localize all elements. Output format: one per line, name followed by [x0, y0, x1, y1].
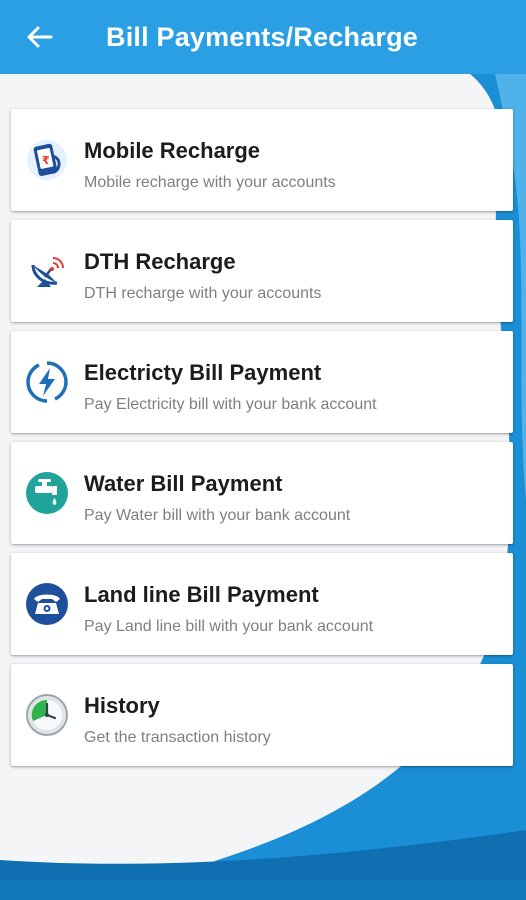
mobile-recharge-title: Mobile Recharge — [84, 138, 261, 163]
electricity-bill-subtitle: Pay Electricity bill with your bank acco… — [84, 396, 377, 413]
water-bill-subtitle: Pay Water bill with your bank account — [84, 507, 351, 524]
history-clock-icon — [25, 693, 69, 737]
water-bill-item[interactable]: Water Bill Payment Pay Water bill with y… — [11, 442, 513, 544]
bottom-bar — [0, 880, 526, 900]
water-tap-icon — [25, 471, 69, 515]
history-subtitle: Get the transaction history — [84, 729, 271, 746]
mobile-recharge-icon: ₹ — [25, 138, 69, 182]
dth-recharge-item[interactable]: DTH Recharge DTH recharge with your acco… — [11, 220, 513, 322]
landline-bill-subtitle: Pay Land line bill with your bank accoun… — [84, 618, 374, 635]
app-bar: Bill Payments/Recharge — [0, 0, 526, 74]
dth-recharge-subtitle: DTH recharge with your accounts — [84, 285, 322, 302]
history-title: History — [84, 693, 160, 718]
svg-text:₹: ₹ — [42, 154, 50, 167]
page-title: Bill Payments/Recharge — [106, 21, 419, 52]
electricity-bill-title: Electricty Bill Payment — [84, 360, 322, 385]
dth-recharge-title: DTH Recharge — [84, 249, 236, 274]
history-item[interactable]: History Get the transaction history — [11, 664, 513, 766]
telephone-icon — [25, 582, 69, 626]
landline-bill-title: Land line Bill Payment — [84, 582, 319, 607]
water-bill-title: Water Bill Payment — [84, 471, 283, 496]
electricity-bolt-icon — [25, 360, 69, 404]
back-button[interactable] — [0, 0, 80, 74]
electricity-bill-item[interactable]: Electricty Bill Payment Pay Electricity … — [11, 331, 513, 433]
dth-dish-icon — [25, 249, 69, 293]
mobile-recharge-subtitle: Mobile recharge with your accounts — [84, 174, 336, 191]
arrow-back-icon — [27, 26, 53, 48]
mobile-recharge-item[interactable]: ₹ Mobile Recharge Mobile recharge with y… — [11, 109, 513, 211]
landline-bill-item[interactable]: Land line Bill Payment Pay Land line bil… — [11, 553, 513, 655]
bill-payment-list: ₹ Mobile Recharge Mobile recharge with y… — [11, 109, 513, 775]
